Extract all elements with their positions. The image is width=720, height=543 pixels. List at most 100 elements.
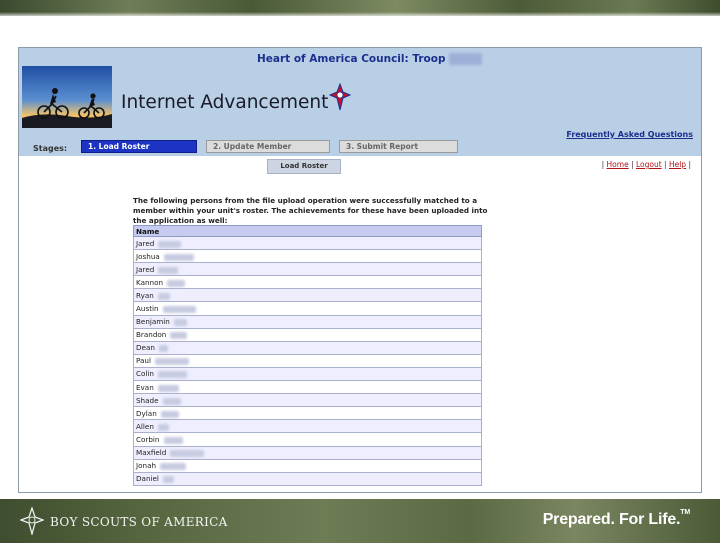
table-row: DylanMoore	[133, 406, 482, 421]
last-name-redacted: Adelmann	[163, 253, 195, 261]
last-name-redacted: Mevans	[158, 240, 182, 248]
table-row: DanielLee	[133, 471, 482, 486]
first-name: Shade	[136, 395, 159, 405]
member-name-cell: RyanHolt	[133, 288, 482, 303]
member-name-cell: AustinRichardson	[133, 301, 482, 316]
stages-label: Stages:	[33, 144, 68, 153]
member-name-cell: KannonEvans	[133, 275, 482, 290]
last-name-redacted: Goodman	[157, 371, 188, 379]
first-name: Colin	[136, 369, 154, 379]
member-name-cell: DeanFry	[133, 340, 482, 355]
cyclists-photo	[22, 66, 112, 128]
name-column-header: Name	[133, 225, 482, 237]
table-row: DeanFry	[133, 340, 482, 355]
stage-update-member[interactable]: 2. Update Member	[206, 140, 330, 153]
bsa-wordmark: BOY SCOUTS OF AMERICA	[50, 515, 228, 529]
table-row: JaredBaugh	[133, 262, 482, 277]
last-name-redacted: Smyth	[163, 436, 183, 444]
tab-load-roster[interactable]: Load Roster	[267, 159, 341, 174]
roster-table: Name JaredMevansJoshuaAdelmannJaredBaugh…	[133, 225, 482, 486]
member-name-cell: EvanGrimes	[133, 380, 482, 395]
last-name-redacted: Moore	[160, 410, 180, 418]
last-name-redacted: Grimes	[157, 384, 180, 392]
table-row: MaxfieldLangmarch	[133, 445, 482, 460]
first-name: Dean	[136, 343, 155, 353]
member-name-cell: JaredBaugh	[133, 262, 482, 277]
help-link[interactable]: Help	[669, 160, 686, 169]
member-name-cell: ColinGoodman	[133, 366, 482, 382]
stage-submit-report[interactable]: 3. Submit Report	[339, 140, 458, 153]
troop-number: 8260	[449, 53, 483, 65]
member-name-cell: CorbinSmyth	[133, 432, 482, 447]
faq-link[interactable]: Frequently Asked Questions	[566, 130, 693, 139]
member-name-cell: JonahLaughlin	[133, 458, 482, 473]
home-link[interactable]: Home	[607, 160, 629, 169]
app-header: Heart of America Council: Troop 8260	[19, 48, 701, 156]
member-name-cell: AllenRay	[133, 419, 482, 434]
last-name-redacted: Fry	[158, 345, 168, 353]
last-name-redacted: Lee	[162, 476, 174, 484]
utility-links: | Home | Logout | Help |	[601, 160, 691, 169]
first-name: Daniel	[136, 474, 159, 484]
council-label: Heart of America Council: Troop	[257, 53, 446, 65]
top-camo-band	[0, 0, 720, 16]
trademark-mark: TM	[680, 509, 690, 516]
first-name: Jared	[136, 238, 155, 248]
table-row: JoshuaAdelmann	[133, 249, 482, 264]
roster-body: JaredMevansJoshuaAdelmannJaredBaughKanno…	[133, 235, 482, 486]
last-name-redacted: Peyer	[170, 332, 188, 340]
member-name-cell: JoshuaAdelmann	[133, 249, 482, 264]
bsa-emblem-icon	[19, 505, 45, 537]
table-row: BrandonPeyer	[133, 327, 482, 342]
table-row: AllenRay	[133, 419, 482, 434]
first-name: Paul	[136, 356, 151, 366]
first-name: Joshua	[136, 251, 160, 261]
logout-link[interactable]: Logout	[636, 160, 662, 169]
table-row: ShadeWiebe	[133, 393, 482, 408]
first-name: Jonah	[136, 461, 157, 471]
table-row: KannonEvans	[133, 275, 482, 290]
bsa-fleur-de-lis-icon	[328, 82, 352, 111]
table-row: JonahLaughlin	[133, 458, 482, 473]
table-row: CorbinSmyth	[133, 432, 482, 447]
first-name: Jared	[136, 264, 155, 274]
member-name-cell: BrandonPeyer	[133, 327, 482, 342]
stage-load-roster[interactable]: 1. Load Roster	[81, 140, 197, 153]
member-name-cell: PaulHavemarch	[133, 353, 482, 368]
last-name-redacted: Langmarch	[170, 450, 204, 458]
table-row: RyanHolt	[133, 288, 482, 303]
first-name: Corbin	[136, 434, 160, 444]
table-row: PaulHavemarch	[133, 353, 482, 368]
last-name-redacted: Baugh	[158, 266, 178, 274]
first-name: Kannon	[136, 277, 164, 287]
table-row: EvanGrimes	[133, 380, 482, 395]
first-name: Evan	[136, 382, 154, 392]
table-row: AustinRichardson	[133, 301, 482, 316]
upload-success-message: The following persons from the file uplo…	[133, 196, 488, 225]
first-name: Maxfield	[136, 448, 167, 458]
app-title: Internet Advancement	[121, 92, 329, 113]
table-row: JaredMevans	[133, 235, 482, 251]
member-name-cell: MaxfieldLangmarch	[133, 445, 482, 460]
member-name-cell: JaredMevans	[133, 235, 482, 251]
first-name: Dylan	[136, 408, 157, 418]
table-row: ColinGoodman	[133, 366, 482, 382]
first-name: Benjamin	[136, 317, 170, 327]
browser-screenshot: Heart of America Council: Troop 8260	[18, 47, 702, 493]
footer-band: BOY SCOUTS OF AMERICA Prepared. For Life…	[0, 496, 720, 543]
member-name-cell: ShadeWiebe	[133, 393, 482, 408]
tagline-text: Prepared. For Life.	[542, 511, 681, 528]
last-name-redacted: Ray	[157, 423, 170, 431]
last-name-redacted: Richardson	[162, 306, 196, 314]
first-name: Allen	[136, 421, 154, 431]
tagline: Prepared. For Life.TM	[542, 509, 690, 529]
member-name-cell: DylanMoore	[133, 406, 482, 421]
council-title: Heart of America Council: Troop 8260	[257, 53, 483, 65]
table-row: BenjaminPitts	[133, 314, 482, 329]
last-name-redacted: Wiebe	[162, 397, 182, 405]
last-name-redacted: Laughlin	[160, 463, 186, 471]
last-name-redacted: Pitts	[173, 319, 187, 327]
first-name: Ryan	[136, 290, 154, 300]
last-name-redacted: Holt	[157, 292, 171, 300]
last-name-redacted: Havemarch	[154, 358, 190, 366]
